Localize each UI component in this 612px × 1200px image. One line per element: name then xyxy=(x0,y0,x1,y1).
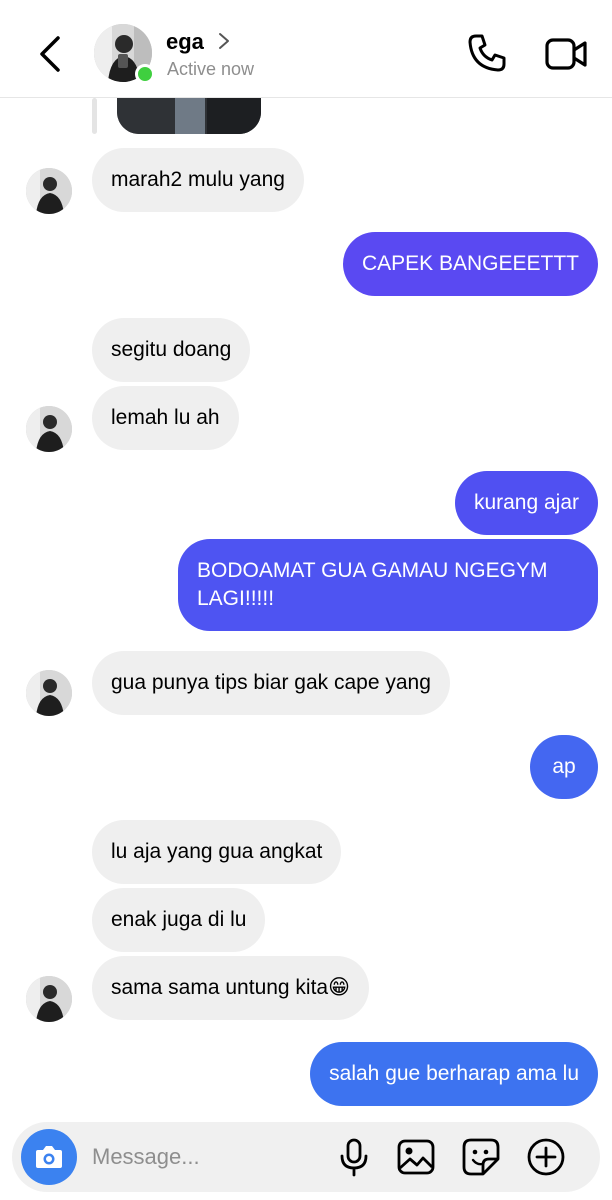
message-bubble-outgoing[interactable]: salah gue berharap ama lu xyxy=(310,1042,598,1106)
message-bubble-outgoing[interactable]: ap xyxy=(530,735,598,799)
message-bubble-incoming[interactable]: lu aja yang gua angkat xyxy=(92,820,342,884)
message-bubble-incoming[interactable]: sama sama untung kita😁 xyxy=(92,956,370,1020)
message-text: CAPEK BANGEEETTT xyxy=(361,252,579,275)
message-text: enak juga di lu xyxy=(111,908,247,931)
chevron-right-icon[interactable] xyxy=(216,31,232,51)
sender-avatar[interactable] xyxy=(26,406,72,452)
message-text: lu aja yang gua angkat xyxy=(111,840,323,863)
message-bubble-outgoing[interactable]: kurang ajar xyxy=(454,471,598,535)
camera-icon xyxy=(36,1146,62,1168)
plus-circle-icon[interactable] xyxy=(526,1137,566,1177)
message-text: segitu doang xyxy=(111,338,232,361)
phone-icon[interactable] xyxy=(466,32,508,74)
chevron-left-icon[interactable] xyxy=(34,32,70,76)
shared-photo[interactable] xyxy=(117,98,261,134)
message-bubble-outgoing[interactable]: BODOAMAT GUA GAMAU NGEGYM LAGI!!!!! xyxy=(178,539,598,631)
message-text: gua punya tips biar gak cape yang xyxy=(111,671,431,694)
message-bubble-incoming[interactable]: gua punya tips biar gak cape yang xyxy=(92,651,450,715)
message-text: kurang ajar xyxy=(473,491,579,514)
message-text: lemah lu ah xyxy=(111,406,220,429)
video-camera-icon[interactable] xyxy=(544,34,588,74)
active-status: Active now xyxy=(167,59,255,79)
contact-name[interactable]: ega xyxy=(166,29,204,55)
message-text: marah2 mulu yang xyxy=(111,168,285,191)
microphone-icon[interactable] xyxy=(334,1137,374,1177)
message-bubble-incoming[interactable]: enak juga di lu xyxy=(92,888,266,952)
message-text: salah gue berharap ama lu xyxy=(329,1062,579,1085)
message-composer xyxy=(12,1122,600,1192)
sender-avatar[interactable] xyxy=(26,670,72,716)
message-text: ap xyxy=(552,755,576,778)
online-indicator xyxy=(135,64,155,84)
sender-avatar[interactable] xyxy=(26,976,72,1022)
chat-header: ega Active now xyxy=(0,0,612,98)
message-input[interactable] xyxy=(92,1139,332,1175)
message-text: BODOAMAT GUA GAMAU NGEGYM LAGI!!!!! xyxy=(197,559,548,610)
sticker-icon[interactable] xyxy=(461,1137,501,1177)
message-thread[interactable]: marah2 mulu yang CAPEK BANGEEETTT segitu… xyxy=(0,98,612,1118)
message-bubble-incoming[interactable]: lemah lu ah xyxy=(92,386,239,450)
message-bubble-outgoing[interactable]: CAPEK BANGEEETTT xyxy=(342,232,598,296)
sender-avatar[interactable] xyxy=(26,168,72,214)
image-icon[interactable] xyxy=(396,1137,436,1177)
message-bubble-incoming[interactable]: segitu doang xyxy=(92,318,251,382)
message-bubble-incoming[interactable]: marah2 mulu yang xyxy=(92,148,304,212)
message-text: sama sama untung kita😁 xyxy=(111,976,351,999)
camera-button[interactable] xyxy=(21,1129,77,1185)
reply-indicator xyxy=(92,98,97,134)
